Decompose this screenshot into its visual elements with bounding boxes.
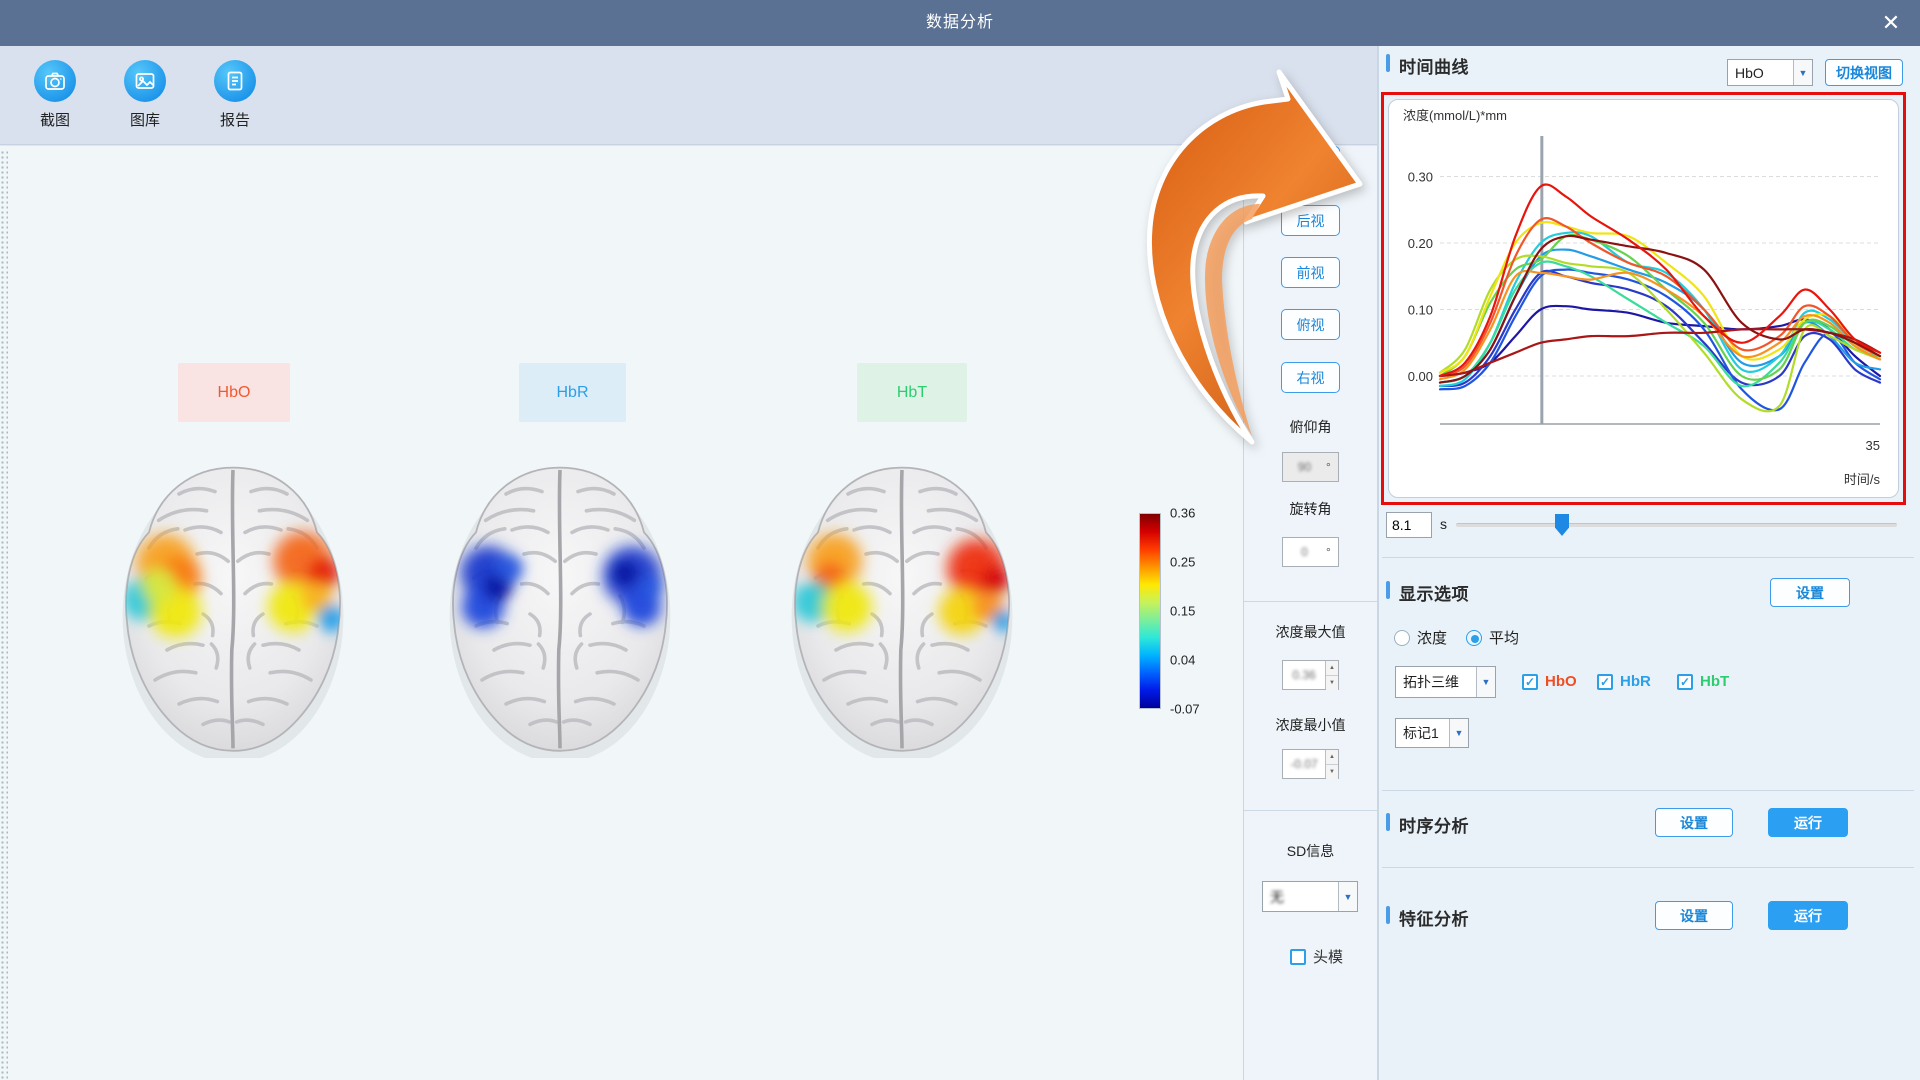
- mark-select[interactable]: 标记1 ▼: [1395, 718, 1469, 748]
- view-button-front[interactable]: 前视: [1281, 257, 1340, 288]
- map-label-hbo: HbO: [178, 363, 290, 422]
- svg-text:0.20: 0.20: [1408, 236, 1433, 251]
- divider: [1382, 557, 1914, 558]
- divider: [1244, 601, 1377, 602]
- view-button-top[interactable]: 俯视: [1281, 309, 1340, 340]
- max-concentration-label: 浓度最大值: [1243, 622, 1378, 642]
- brain-render-hbo[interactable]: [113, 458, 353, 758]
- radio-icon: [1466, 630, 1482, 646]
- svg-text:0.10: 0.10: [1408, 303, 1433, 318]
- svg-text:0.00: 0.00: [1408, 369, 1433, 384]
- time-curve-chart: 0.00 0.10 0.20 0.30 浓度(mmol/L)*mm 35 时间/s: [1388, 99, 1899, 498]
- sd-info-select[interactable]: 无 ▼: [1262, 881, 1358, 912]
- report-button[interactable]: 报告: [197, 60, 273, 130]
- timeseries-analysis-header: 时序分析: [1399, 812, 1469, 837]
- switch-view-button[interactable]: 切换视图: [1825, 59, 1903, 86]
- min-concentration-spinner[interactable]: -0.07 ▲▼: [1282, 749, 1339, 779]
- colorbar-tick-label: 0.15: [1170, 604, 1195, 619]
- svg-text:时间/s: 时间/s: [1844, 472, 1881, 487]
- rotate-angle-spinner[interactable]: 0 °: [1282, 537, 1339, 567]
- line-chart: 0.00 0.10 0.20 0.30 浓度(mmol/L)*mm 35 时间/s: [1389, 100, 1898, 497]
- rotate-angle-label: 旋转角: [1243, 499, 1378, 519]
- spinner-arrows[interactable]: ▲▼: [1325, 661, 1338, 689]
- topology-type-select[interactable]: 拓扑三维 ▼: [1395, 666, 1496, 698]
- panel-divider: [1243, 146, 1244, 1080]
- map-label-hbr: HbR: [519, 363, 626, 422]
- data-analysis-window: 数据分析 ✕ 截图 图库: [0, 0, 1920, 1080]
- section-accent: [1386, 906, 1390, 924]
- checkbox-hbr[interactable]: ✓ HbR: [1597, 673, 1651, 690]
- chevron-down-icon: ▼: [1338, 882, 1357, 911]
- svg-text:0.30: 0.30: [1408, 170, 1433, 185]
- view-button-left[interactable]: 左视: [1281, 146, 1340, 177]
- feature-analysis-header: 特征分析: [1399, 905, 1469, 930]
- toolbar: 截图 图库 报告: [0, 46, 1378, 145]
- pitch-angle-spinner[interactable]: 90 °: [1282, 452, 1339, 482]
- checkbox-icon: [1290, 949, 1306, 965]
- feature-run-button[interactable]: 运行: [1768, 901, 1848, 930]
- close-icon[interactable]: ✕: [1876, 8, 1906, 38]
- svg-text:浓度(mmol/L)*mm: 浓度(mmol/L)*mm: [1403, 108, 1507, 123]
- view-button-right[interactable]: 右视: [1281, 362, 1340, 393]
- radio-icon: [1394, 630, 1410, 646]
- section-accent: [1386, 581, 1390, 599]
- chevron-down-icon: ▼: [1476, 667, 1495, 697]
- brain-render-hbr[interactable]: [440, 458, 680, 758]
- colorbar-tick-label: 0.25: [1170, 555, 1195, 570]
- left-dotted-edge: [0, 150, 8, 1080]
- hb-mode-select[interactable]: HbO ▼: [1727, 59, 1813, 86]
- timeseries-run-button[interactable]: 运行: [1768, 808, 1848, 837]
- time-unit-label: s: [1440, 516, 1447, 532]
- section-accent: [1386, 54, 1390, 72]
- gallery-button[interactable]: 图库: [107, 60, 183, 130]
- camera-icon: [34, 60, 76, 102]
- checkbox-hbo[interactable]: ✓ HbO: [1522, 673, 1577, 690]
- checkbox-icon: ✓: [1522, 674, 1538, 690]
- screenshot-button[interactable]: 截图: [17, 60, 93, 130]
- title-bar: 数据分析 ✕: [0, 0, 1920, 46]
- divider: [1244, 810, 1377, 811]
- colorbar-tick-label: -0.07: [1170, 702, 1200, 717]
- radio-average[interactable]: 平均: [1466, 627, 1519, 648]
- colorbar-tick-label: 0.04: [1170, 653, 1195, 668]
- spinner-arrows[interactable]: ▲▼: [1325, 750, 1338, 778]
- display-options-header: 显示选项: [1399, 580, 1469, 605]
- sd-info-label: SD信息: [1243, 841, 1378, 861]
- checkbox-icon: ✓: [1677, 674, 1693, 690]
- head-model-checkbox[interactable]: 头模: [1290, 946, 1343, 967]
- checkbox-hbt[interactable]: ✓ HbT: [1677, 673, 1729, 690]
- svg-text:35: 35: [1866, 438, 1880, 453]
- checkbox-icon: ✓: [1597, 674, 1613, 690]
- report-icon: [214, 60, 256, 102]
- time-curve-header: 时间曲线: [1399, 53, 1469, 78]
- chevron-down-icon: ▼: [1793, 60, 1812, 85]
- time-slider[interactable]: [1456, 523, 1897, 527]
- display-settings-button[interactable]: 设置: [1770, 578, 1850, 607]
- window-title: 数据分析: [0, 0, 1920, 46]
- timeseries-settings-button[interactable]: 设置: [1655, 808, 1733, 837]
- view-button-back[interactable]: 后视: [1281, 205, 1340, 236]
- min-concentration-label: 浓度最小值: [1243, 715, 1378, 735]
- divider: [1382, 867, 1914, 868]
- pitch-angle-label: 俯仰角: [1243, 417, 1378, 437]
- section-accent: [1386, 813, 1390, 831]
- max-concentration-spinner[interactable]: 0.36 ▲▼: [1282, 660, 1339, 690]
- chevron-down-icon: ▼: [1449, 719, 1468, 747]
- divider: [1382, 790, 1914, 791]
- gallery-icon: [124, 60, 166, 102]
- time-input[interactable]: [1386, 512, 1432, 538]
- colorbar: [1139, 513, 1161, 709]
- colorbar-tick-label: 0.36: [1170, 506, 1195, 521]
- map-label-hbt: HbT: [857, 363, 967, 422]
- radio-concentration[interactable]: 浓度: [1394, 627, 1447, 648]
- brain-render-hbt[interactable]: [782, 458, 1022, 758]
- feature-settings-button[interactable]: 设置: [1655, 901, 1733, 930]
